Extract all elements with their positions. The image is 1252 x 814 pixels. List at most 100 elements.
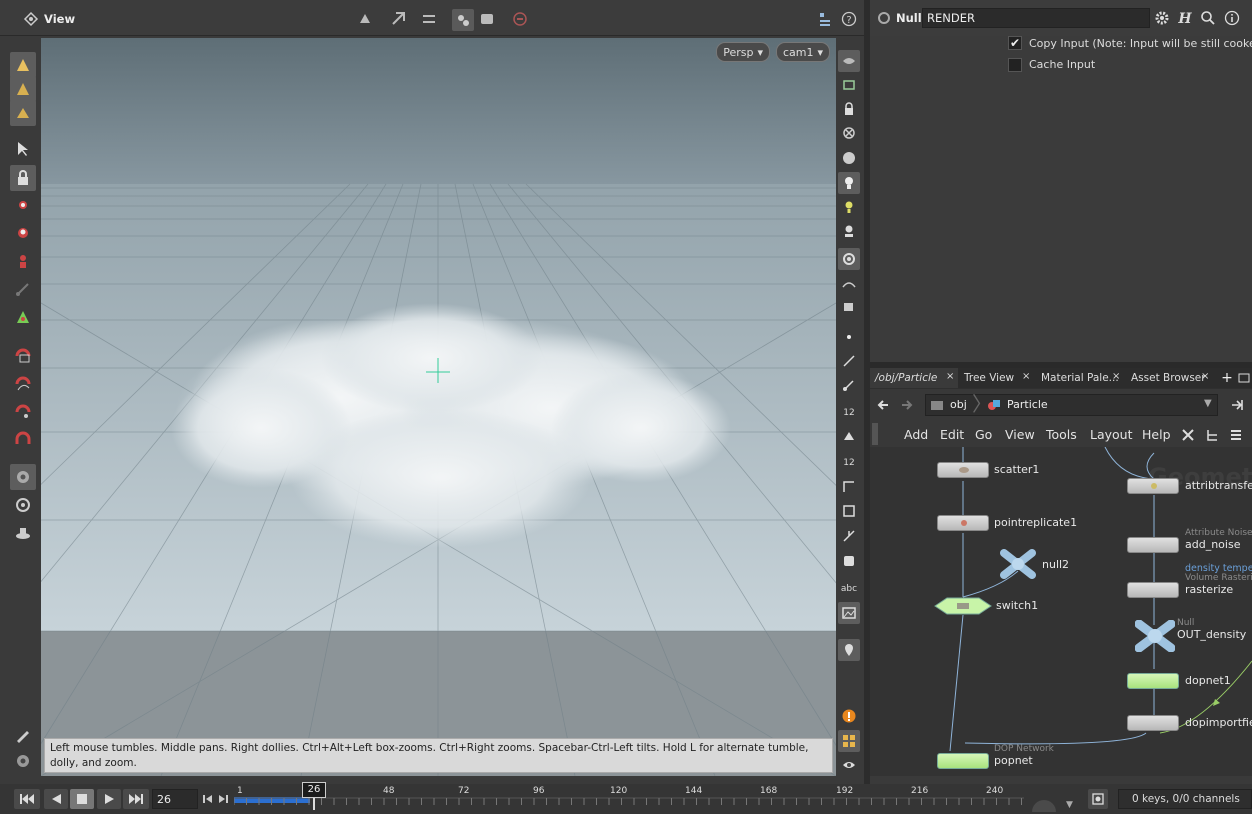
play-icon[interactable]	[97, 789, 121, 809]
step-back-icon[interactable]	[202, 793, 214, 805]
number-icon[interactable]: 12	[838, 400, 860, 422]
scene-light-icon[interactable]	[838, 220, 860, 242]
path-current[interactable]: Particle	[1007, 398, 1048, 411]
menu-layout[interactable]: Layout	[1090, 427, 1133, 442]
menu-help[interactable]: Help	[1142, 427, 1171, 442]
image-icon[interactable]	[838, 602, 860, 624]
help-icon[interactable]: ?	[840, 10, 858, 28]
ghost-icon[interactable]	[838, 74, 860, 96]
face-icon[interactable]	[838, 425, 860, 447]
layout-icon[interactable]	[838, 730, 860, 752]
node-null2[interactable]	[1000, 549, 1036, 579]
node-name-field[interactable]: RENDER	[922, 8, 1150, 28]
headlight-icon[interactable]	[838, 196, 860, 218]
stop-icon[interactable]	[511, 10, 529, 28]
abc-icon[interactable]: abc	[838, 576, 860, 598]
settings-icon[interactable]	[10, 748, 36, 774]
list-icon[interactable]	[1228, 427, 1244, 443]
jump-end-icon[interactable]	[123, 789, 149, 809]
secure-selection-icon[interactable]	[452, 9, 474, 31]
cache-input-checkbox[interactable]	[1008, 58, 1022, 72]
node-dopnet1[interactable]	[1127, 673, 1179, 689]
close-icon[interactable]: ×	[1022, 371, 1030, 382]
snapshot-view-icon[interactable]	[838, 500, 860, 522]
jump-start-icon[interactable]	[14, 789, 40, 809]
close-icon[interactable]: ×	[1201, 371, 1209, 382]
tab-network[interactable]: /obj/Particle ×	[870, 368, 958, 388]
step-forward-icon[interactable]	[217, 793, 229, 805]
tumble-icon[interactable]	[10, 304, 36, 330]
stop-playback-icon[interactable]	[70, 789, 94, 809]
path-field[interactable]	[925, 394, 1218, 416]
info-icon[interactable]	[1224, 10, 1240, 26]
lights-icon[interactable]	[10, 520, 36, 546]
pose-icon[interactable]	[10, 248, 36, 274]
perspective-dropdown[interactable]: Persp ▾	[716, 42, 770, 62]
search-icon[interactable]	[1200, 10, 1216, 26]
render-region-icon[interactable]	[10, 464, 36, 490]
point-icon[interactable]	[838, 326, 860, 348]
pin-icon[interactable]	[1228, 396, 1246, 414]
chevron-down-icon[interactable]: ▼	[1066, 800, 1073, 810]
tab-tree-view[interactable]: Tree View ×	[959, 368, 1034, 388]
node-switch1[interactable]	[933, 595, 993, 617]
select-geometry-icon[interactable]	[420, 10, 438, 28]
node-dopimportfield[interactable]	[1127, 715, 1179, 731]
background-icon[interactable]	[838, 272, 860, 294]
warning-icon[interactable]	[838, 705, 860, 727]
node-popnet[interactable]	[937, 753, 989, 769]
lock-view-icon[interactable]	[838, 98, 860, 120]
menu-go[interactable]: Go	[975, 427, 992, 442]
tab-material-palette[interactable]: Material Pale... ×	[1036, 368, 1124, 388]
snapshot-icon[interactable]	[478, 10, 496, 28]
sculpt-icon[interactable]	[10, 100, 36, 126]
lock-icon[interactable]	[10, 165, 36, 191]
menu-edit[interactable]: Edit	[940, 427, 964, 442]
node-rasterize[interactable]	[1127, 582, 1179, 598]
keys-options-icon[interactable]	[1088, 789, 1108, 809]
node-add-noise[interactable]	[1127, 537, 1179, 553]
camera-dropdown[interactable]: cam1 ▾	[775, 42, 830, 62]
chevron-down-icon[interactable]: ▼	[1204, 398, 1212, 409]
gear-icon[interactable]	[1154, 10, 1170, 26]
brush-icon[interactable]	[10, 52, 36, 78]
tab-asset-browser[interactable]: Asset Browser ×	[1126, 368, 1214, 388]
camera-view-icon[interactable]	[838, 248, 860, 270]
scene-viewport[interactable]: Persp ▾ cam1 ▾ Left mouse tumbles. Middl…	[41, 38, 836, 776]
help-h-icon[interactable]: H	[1176, 9, 1194, 27]
wireframe-icon[interactable]	[838, 550, 860, 572]
network-canvas[interactable]: Geometry scatter1 pointreplicate1 null2 …	[870, 447, 1252, 776]
shading-icon[interactable]	[838, 147, 860, 169]
note-icon[interactable]	[10, 724, 36, 750]
close-view-icon[interactable]	[838, 122, 860, 144]
realtime-dial-icon[interactable]	[1030, 798, 1058, 812]
bone-icon[interactable]	[10, 276, 36, 302]
snap-curve-icon[interactable]	[10, 370, 36, 396]
close-icon[interactable]: ×	[1112, 371, 1120, 382]
display-flags-icon[interactable]	[816, 10, 834, 28]
menu-tools[interactable]: Tools	[1046, 427, 1077, 442]
add-tab-icon[interactable]: +	[1220, 370, 1234, 386]
close-icon[interactable]: ×	[946, 371, 954, 382]
light-icon[interactable]	[838, 172, 860, 194]
snap-magnet-icon[interactable]	[10, 426, 36, 452]
copy-input-checkbox[interactable]: ✔	[1008, 36, 1022, 50]
select-object-icon[interactable]	[390, 10, 408, 28]
vector-icon[interactable]	[838, 374, 860, 396]
menubar-handle[interactable]	[872, 423, 878, 445]
display-options-icon[interactable]	[838, 50, 860, 72]
select-mode-icon[interactable]	[356, 10, 374, 28]
forward-arrow-icon[interactable]	[898, 396, 916, 414]
viewer-menu-icon[interactable]	[22, 10, 40, 28]
paint-icon[interactable]	[10, 76, 36, 102]
play-reverse-icon[interactable]	[44, 789, 68, 809]
select-arrow-icon[interactable]	[10, 136, 36, 162]
snap-point-icon[interactable]	[10, 398, 36, 424]
handle-icon[interactable]	[10, 192, 36, 218]
view-handle-icon[interactable]	[10, 220, 36, 246]
uv-icon[interactable]	[838, 475, 860, 497]
pane-menu-icon[interactable]	[1238, 372, 1250, 384]
normal-icon[interactable]	[838, 350, 860, 372]
grid-icon[interactable]	[838, 525, 860, 547]
back-arrow-icon[interactable]	[874, 396, 892, 414]
